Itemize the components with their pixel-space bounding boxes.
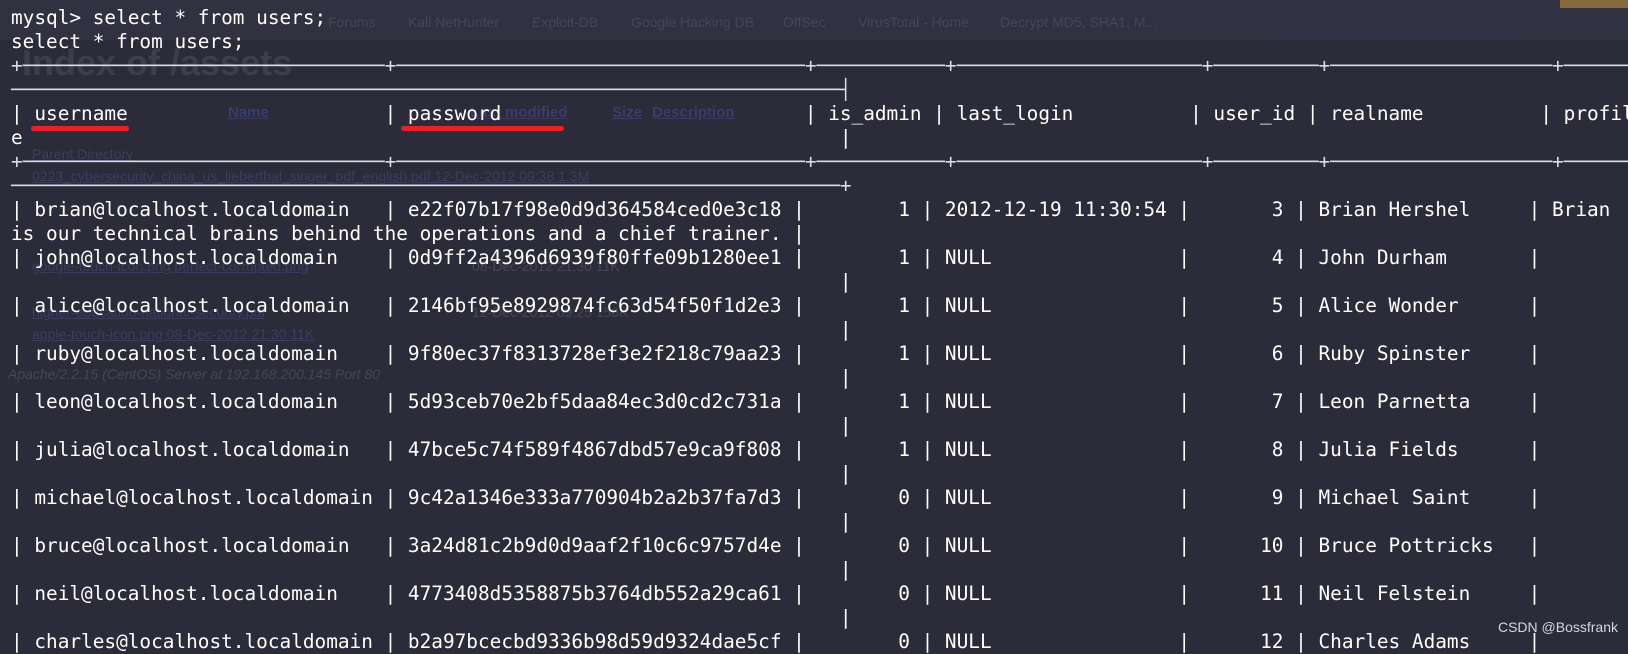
terminal-echo-line: select * from users; <box>11 30 245 53</box>
table-border: +───────────────────────────────+───────… <box>11 54 1628 77</box>
bookmark-google-hacking-db: Google Hacking DB <box>631 14 754 30</box>
table-row-wrap: | <box>11 366 852 389</box>
table-row: | brian@localhost.localdomain | e22f07b1… <box>11 198 1611 221</box>
table-border: ────────────────────────────────────────… <box>11 78 852 101</box>
bookmark-exploit-db: Exploit-DB <box>532 14 599 30</box>
table-row: | julia@localhost.localdomain | 47bce5c7… <box>11 438 1541 461</box>
terminal-prompt-line: mysql> select * from users; <box>11 6 327 29</box>
table-row: | leon@localhost.localdomain | 5d93ceb70… <box>11 390 1541 413</box>
table-row-wrap: | <box>11 510 852 533</box>
table-border: ────────────────────────────────────────… <box>11 174 852 197</box>
table-border: +───────────────────────────────+───────… <box>11 150 1628 173</box>
table-row-wrap: | <box>11 414 852 437</box>
table-header-row: | username | password | is_admin | last_… <box>11 102 1628 125</box>
bookmark-virustotal: VirusTotal - Home <box>858 14 970 30</box>
corner-badge <box>1560 0 1628 8</box>
password-underline-mark <box>401 126 564 131</box>
table-row-wrap: | <box>11 462 852 485</box>
table-row-wrap: is our technical brains behind the opera… <box>11 222 805 245</box>
bookmark-kali-nethunter: Kali NetHunter <box>408 14 500 30</box>
bookmark-forums: Forums <box>328 14 376 30</box>
table-row: | bruce@localhost.localdomain | 3a24d81c… <box>11 534 1541 557</box>
table-row: | john@localhost.localdomain | 0d9ff2a43… <box>11 246 1541 269</box>
table-row: | michael@localhost.localdomain | 9c42a1… <box>11 486 1541 509</box>
table-row-wrap: | <box>11 270 852 293</box>
bookmark-decrypt-md5: Decrypt MD5, SHA1, M... <box>1000 14 1158 30</box>
watermark: CSDN @Bossfrank <box>1497 619 1618 635</box>
table-row: | ruby@localhost.localdomain | 9f80ec37f… <box>11 342 1541 365</box>
table-row: | charles@localhost.localdomain | b2a97b… <box>11 630 1541 653</box>
table-row-wrap: | <box>11 558 852 581</box>
table-row-wrap: | <box>11 606 852 629</box>
table-row: | alice@localhost.localdomain | 2146bf95… <box>11 294 1541 317</box>
table-row-wrap: | <box>11 318 852 341</box>
username-underline-mark <box>31 126 129 131</box>
table-row: | neil@localhost.localdomain | 4773408d5… <box>11 582 1541 605</box>
bookmark-offsec: OffSec <box>783 14 826 30</box>
